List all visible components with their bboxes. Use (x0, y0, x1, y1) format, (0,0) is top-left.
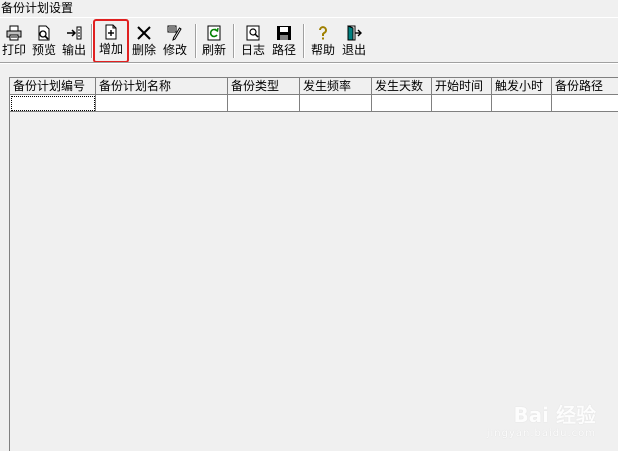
backup-plan-grid[interactable]: 备份计划编号 备份计划名称 备份类型 发生频率 发生天数 开始时间 触发小时 备… (9, 77, 618, 451)
grid-cell[interactable] (228, 95, 300, 112)
add-button[interactable]: 增加 (93, 19, 129, 63)
watermark: Bai 经验 jingyan.baidu.com (487, 399, 596, 439)
grid-header-row: 备份计划编号 备份计划名称 备份类型 发生频率 发生天数 开始时间 触发小时 备… (10, 78, 618, 95)
path-label: 路径 (271, 43, 296, 57)
grid-cell[interactable] (300, 95, 372, 112)
printer-icon (6, 25, 22, 41)
export-button[interactable]: 输出 (60, 22, 88, 62)
table-row[interactable] (10, 95, 618, 112)
log-book-icon (246, 25, 260, 41)
export-arrow-icon (67, 26, 82, 40)
edit-button[interactable]: 修改 (160, 22, 190, 62)
delete-x-icon (137, 26, 151, 40)
path-button[interactable]: 路径 (269, 22, 299, 62)
column-header[interactable]: 备份计划名称 (96, 78, 228, 95)
help-question-icon (319, 26, 327, 40)
exit-label: 退出 (341, 43, 366, 57)
save-disk-icon (277, 26, 291, 40)
watermark-logo: Bai 经验 (513, 403, 596, 427)
column-header[interactable]: 开始时间 (432, 78, 492, 95)
refresh-label: 刷新 (201, 43, 226, 57)
edit-label: 修改 (162, 43, 187, 57)
column-header[interactable]: 发生频率 (300, 78, 372, 95)
delete-button[interactable]: 删除 (130, 22, 158, 62)
toolbar: 打印 预览 输出 增加 删除 修改 刷新 日志 路径 帮助 退出 (0, 17, 618, 63)
column-header[interactable]: 备份路径 (552, 78, 618, 95)
export-label: 输出 (61, 43, 86, 57)
toolbar-separator (195, 24, 197, 58)
grid-cell[interactable] (10, 95, 96, 112)
watermark-url: jingyan.baidu.com (486, 428, 596, 439)
column-header[interactable]: 触发小时 (492, 78, 552, 95)
grid-cell[interactable] (372, 95, 432, 112)
grid-cell[interactable] (492, 95, 552, 112)
magnifier-page-icon (38, 25, 50, 41)
grid-cell[interactable] (552, 95, 618, 112)
refresh-button[interactable]: 刷新 (199, 22, 229, 62)
column-header[interactable]: 备份类型 (228, 78, 300, 95)
refresh-icon (207, 25, 221, 41)
toolbar-separator (303, 24, 305, 58)
preview-label: 预览 (31, 43, 56, 57)
preview-button[interactable]: 预览 (29, 22, 59, 62)
log-label: 日志 (240, 43, 265, 57)
exit-door-icon (347, 25, 362, 41)
add-label: 增加 (98, 42, 123, 56)
grid-cell[interactable] (96, 95, 228, 112)
toolbar-separator (233, 24, 235, 58)
log-button[interactable]: 日志 (239, 22, 267, 62)
delete-label: 删除 (131, 43, 156, 57)
toolbar-divider (0, 62, 618, 64)
help-label: 帮助 (310, 43, 335, 57)
column-header[interactable]: 发生天数 (372, 78, 432, 95)
edit-pencil-icon (167, 25, 182, 41)
help-button[interactable]: 帮助 (308, 22, 338, 62)
grid-cell[interactable] (432, 95, 492, 112)
add-document-icon (105, 24, 117, 40)
exit-button[interactable]: 退出 (339, 22, 369, 62)
print-button[interactable]: 打印 (0, 22, 28, 62)
window-title: 备份计划设置 (0, 0, 618, 17)
column-header[interactable]: 备份计划编号 (10, 78, 96, 95)
print-label: 打印 (1, 43, 26, 57)
